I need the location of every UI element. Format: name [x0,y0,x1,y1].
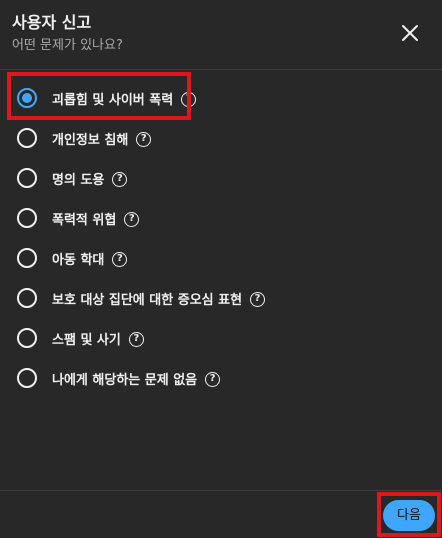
dialog-title: 사용자 신고 [12,13,92,32]
option-label: 보호 대상 집단에 대한 증오심 표현 [52,293,243,308]
close-button[interactable] [398,21,422,45]
close-icon [402,25,418,41]
radio-button[interactable] [17,328,37,348]
radio-button[interactable] [17,248,37,268]
option-label: 개인정보 침해 [52,133,129,148]
help-icon[interactable]: ? [112,252,128,267]
option-spam-scams[interactable]: 스팸 및 사기? [0,318,442,358]
option-harassment[interactable]: 괴롭힘 및 사이버 폭력? [0,78,442,118]
option-violent-threats[interactable]: 폭력적 위협? [0,198,442,238]
option-label: 괴롭힘 및 사이버 폭력 [52,93,174,108]
help-icon[interactable]: ? [205,372,221,387]
option-impersonation[interactable]: 명의 도용? [0,158,442,198]
radio-button[interactable] [17,128,37,148]
radio-button[interactable] [17,168,37,188]
help-icon[interactable]: ? [181,92,197,107]
radio-button[interactable] [17,208,37,228]
help-icon[interactable]: ? [128,332,144,347]
help-icon[interactable]: ? [124,212,140,227]
radio-button[interactable] [17,368,37,388]
option-label: 스팸 및 사기 [52,333,121,348]
dialog-footer [0,490,442,538]
option-hate-speech[interactable]: 보호 대상 집단에 대한 증오심 표현? [0,278,442,318]
help-icon[interactable]: ? [112,172,128,187]
radio-button[interactable] [17,288,37,308]
help-icon[interactable]: ? [250,292,266,307]
option-label: 아동 학대 [52,253,105,268]
help-icon[interactable]: ? [136,132,152,147]
option-label: 폭력적 위협 [52,213,117,228]
next-button[interactable]: 다음 [383,500,435,531]
option-child-abuse[interactable]: 아동 학대? [0,238,442,278]
option-privacy[interactable]: 개인정보 침해? [0,118,442,158]
option-label: 나에게 해당하는 문제 없음 [52,373,198,388]
option-none-apply[interactable]: 나에게 해당하는 문제 없음? [0,358,442,398]
dialog-subtitle: 어떤 문제가 있나요? [12,38,123,53]
option-label: 명의 도용 [52,173,105,188]
radio-button-selected[interactable] [17,88,37,108]
dialog-header: 사용자 신고 어떤 문제가 있나요? [0,0,442,70]
